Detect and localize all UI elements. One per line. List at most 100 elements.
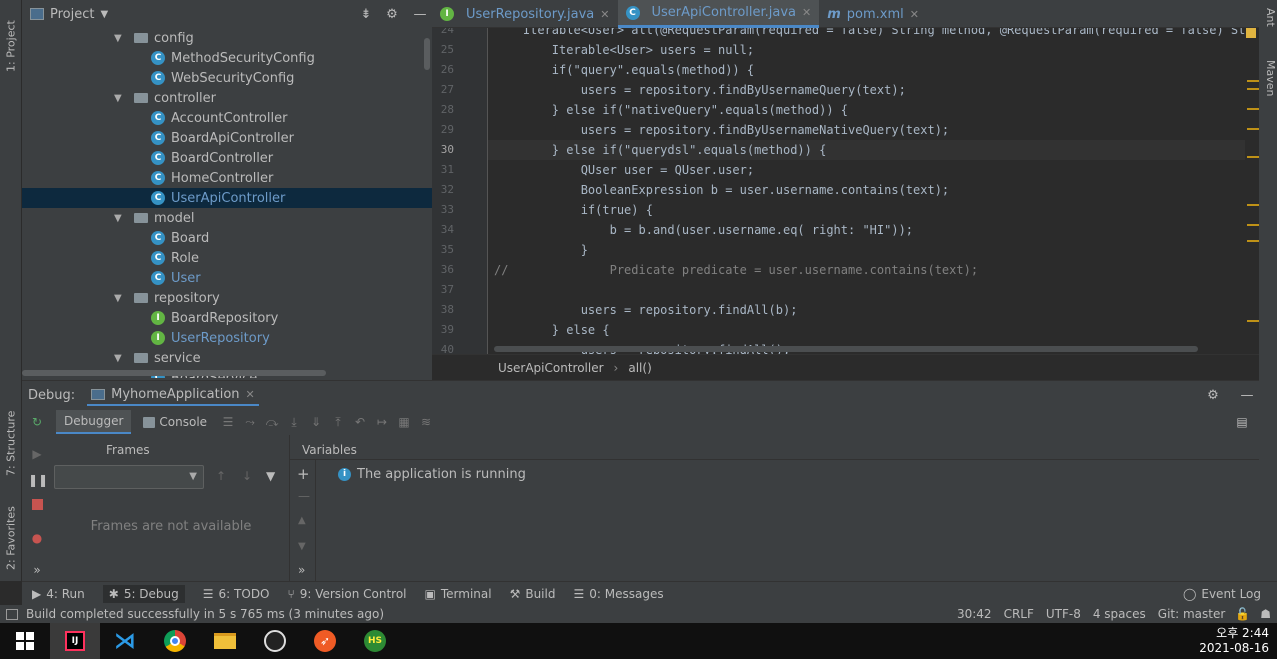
tab-debugger[interactable]: Debugger: [56, 410, 132, 434]
inspector-icon[interactable]: ☗: [1260, 607, 1271, 621]
vcs-tool-button[interactable]: ⑂ 9: Version Control: [288, 587, 407, 601]
windows-start-button[interactable]: [0, 623, 50, 659]
collapse-all-icon[interactable]: ⇟: [356, 7, 376, 22]
todo-tool-button[interactable]: ☰ 6: TODO: [203, 587, 270, 601]
tree-folder[interactable]: ▼ service: [22, 348, 432, 368]
caret-position[interactable]: 30:42: [957, 607, 992, 621]
file-explorer-taskbar-button[interactable]: [200, 623, 250, 659]
tab-user-repository[interactable]: I UserRepository.java ✕: [432, 0, 618, 28]
tree-file[interactable]: I UserRepository: [22, 328, 432, 348]
warning-marker-icon[interactable]: [1246, 28, 1256, 38]
drop-frame-icon[interactable]: ↶: [351, 415, 369, 429]
show-execution-point-icon[interactable]: ⤳: [241, 415, 259, 429]
gear-icon[interactable]: ⚙: [382, 7, 402, 22]
line-separator[interactable]: CRLF: [1004, 607, 1034, 621]
breadcrumb-method[interactable]: all(): [628, 361, 651, 375]
run-to-cursor-icon[interactable]: ↦: [373, 415, 391, 429]
threads-icon[interactable]: ☰: [219, 415, 237, 429]
tree-file[interactable]: C HomeController: [22, 168, 432, 188]
git-branch[interactable]: Git: master: [1158, 607, 1226, 621]
indent-setting[interactable]: 4 spaces: [1093, 607, 1146, 621]
step-out-icon[interactable]: ⤒: [329, 415, 347, 429]
expand-arrow-icon[interactable]: ▼: [114, 353, 126, 364]
terminal-tool-button[interactable]: ▣ Terminal: [425, 587, 492, 601]
messages-tool-button[interactable]: ☰ 0: Messages: [573, 587, 663, 601]
tree-folder[interactable]: ▼ config: [22, 28, 432, 48]
step-over-icon[interactable]: ⤼: [263, 415, 281, 429]
minimize-icon[interactable]: —: [1235, 388, 1259, 403]
close-icon[interactable]: ✕: [802, 6, 811, 19]
evaluate-expression-icon[interactable]: ▦: [395, 415, 413, 429]
tree-file[interactable]: C WebSecurityConfig: [22, 68, 432, 88]
expand-arrow-icon[interactable]: ▼: [114, 213, 126, 224]
event-log-button[interactable]: ◯ Event Log: [1183, 587, 1261, 601]
rerun-icon[interactable]: ↻: [28, 415, 46, 433]
maven-tool-tab[interactable]: Maven: [1261, 60, 1277, 116]
force-step-into-icon[interactable]: ⇓: [307, 415, 325, 429]
postman-taskbar-button[interactable]: ➶: [300, 623, 350, 659]
tab-user-api-controller[interactable]: C UserApiController.java ✕: [617, 0, 820, 28]
more-icon[interactable]: »: [28, 563, 46, 581]
expand-arrow-icon[interactable]: ▼: [114, 293, 126, 304]
trace-icon[interactable]: ≋: [417, 415, 435, 429]
project-view-selector[interactable]: Project: [50, 7, 94, 22]
tab-console[interactable]: Console: [135, 411, 215, 433]
arrow-up-icon[interactable]: ↑: [216, 469, 226, 483]
structure-tool-tab[interactable]: 7: Structure: [2, 396, 20, 476]
stop-icon[interactable]: [28, 499, 46, 517]
tree-file[interactable]: I BoardRepository: [22, 308, 432, 328]
project-tool-tab[interactable]: 1: Project: [2, 6, 20, 72]
tree-file[interactable]: C MethodSecurityConfig: [22, 48, 432, 68]
gear-icon[interactable]: ⚙: [1203, 388, 1223, 403]
favorites-tool-tab[interactable]: 2: Favorites: [2, 492, 20, 570]
minimize-icon[interactable]: —: [408, 7, 432, 22]
tree-file[interactable]: C UserApiController: [22, 188, 432, 208]
tree-file[interactable]: C Role: [22, 248, 432, 268]
code-editor[interactable]: 24 25 26 27 28 29 30 31 32 33 34 35 36 37 38 39 40 Itera…: [432, 28, 1259, 354]
filter-icon[interactable]: ▼: [266, 469, 275, 483]
obs-taskbar-button[interactable]: [250, 623, 300, 659]
expand-arrow-icon[interactable]: ▼: [114, 93, 126, 104]
breadcrumb-class[interactable]: UserApiController: [498, 361, 604, 375]
expand-arrow-icon[interactable]: ▼: [114, 33, 126, 44]
file-encoding[interactable]: UTF-8: [1046, 607, 1081, 621]
tree-file[interactable]: C BoardApiController: [22, 128, 432, 148]
close-icon[interactable]: ✕: [600, 8, 609, 21]
thread-selector[interactable]: ▼: [54, 465, 204, 489]
debug-tool-button[interactable]: ✱ 5: Debug: [102, 584, 185, 603]
taskbar-clock[interactable]: 오후 2:44 2021-08-16: [1199, 626, 1277, 656]
run-config-tab[interactable]: MyhomeApplication ✕: [87, 385, 259, 406]
vertical-scrollbar[interactable]: [424, 38, 430, 70]
tree-file[interactable]: C Board: [22, 228, 432, 248]
intellij-taskbar-button[interactable]: IJ: [50, 623, 100, 659]
build-tool-button[interactable]: ⚒ Build: [510, 587, 556, 601]
layout-icon[interactable]: ▤: [1233, 415, 1251, 429]
more-icon[interactable]: »: [298, 563, 305, 577]
add-watch-icon[interactable]: +: [297, 465, 310, 483]
horizontal-scrollbar[interactable]: [22, 370, 326, 376]
run-tool-button[interactable]: ▶ 4: Run: [32, 587, 85, 601]
close-icon[interactable]: ✕: [246, 388, 255, 401]
editor-horizontal-scrollbar[interactable]: [494, 346, 1198, 352]
tree-folder[interactable]: ▼ model: [22, 208, 432, 228]
status-message[interactable]: Build completed successfully in 5 s 765 …: [26, 607, 384, 621]
code-area[interactable]: Iterable<User> all(@RequestParam(require…: [432, 28, 1259, 354]
chevron-down-icon[interactable]: ▼: [100, 9, 108, 20]
lock-icon[interactable]: 🔓: [1235, 607, 1250, 621]
pause-icon[interactable]: ❚❚: [28, 473, 48, 491]
tab-pom-xml[interactable]: m pom.xml ✕: [819, 0, 927, 28]
move-up-icon[interactable]: ▲: [298, 515, 306, 526]
tree-folder[interactable]: ▼ repository: [22, 288, 432, 308]
tree-file[interactable]: C User: [22, 268, 432, 288]
step-into-icon[interactable]: ⤓: [285, 415, 303, 429]
hs-taskbar-button[interactable]: HS: [350, 623, 400, 659]
tree-file[interactable]: C AccountController: [22, 108, 432, 128]
ant-tool-tab[interactable]: Ant: [1261, 8, 1277, 48]
close-icon[interactable]: ✕: [910, 8, 919, 21]
resume-icon[interactable]: ▶: [28, 447, 46, 465]
view-breakpoints-icon[interactable]: ●: [28, 531, 46, 549]
remove-watch-icon[interactable]: —: [298, 489, 310, 503]
chrome-taskbar-button[interactable]: [150, 623, 200, 659]
tree-file[interactable]: C BoardController: [22, 148, 432, 168]
move-down-icon[interactable]: ▼: [298, 541, 306, 552]
